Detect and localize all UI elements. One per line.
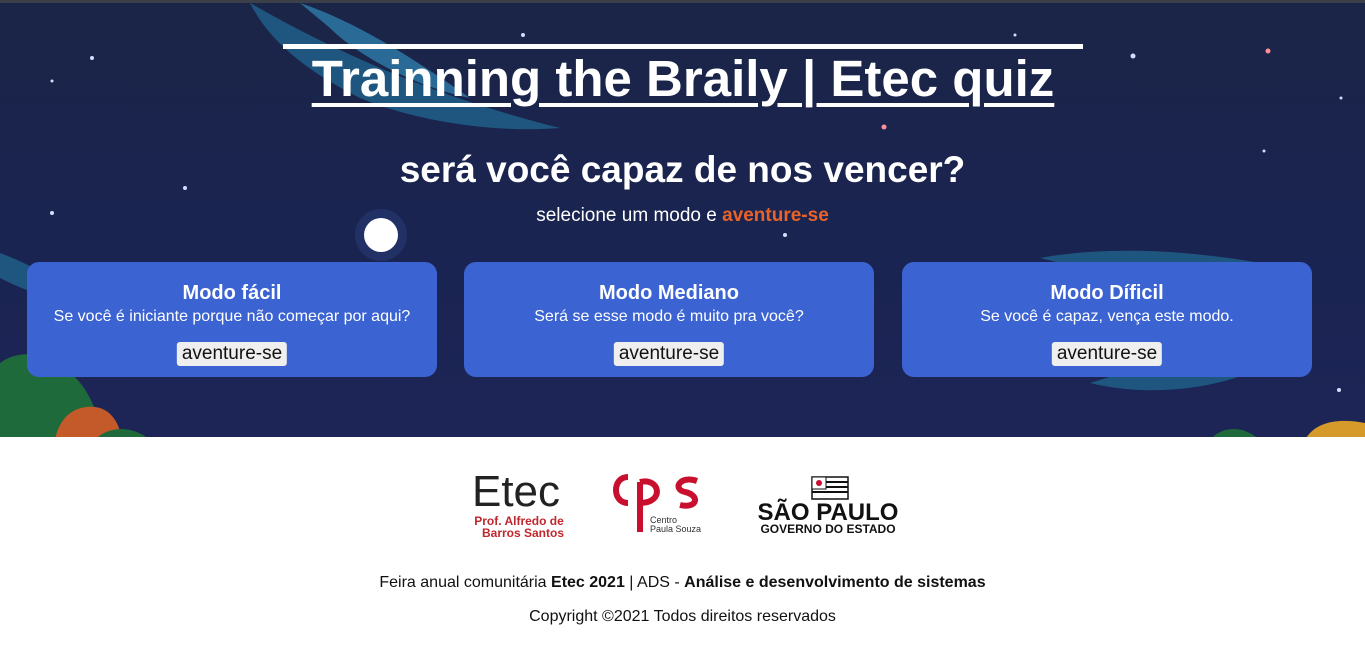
tagline-accent: aventure-se [722,205,829,226]
etec-logo-name: Etec [472,467,560,516]
etec-logo: Etec Prof. Alfredo de Barros Santos [472,467,564,540]
tagline: selecione um modo e aventure-se [0,204,1365,228]
mode-title: Modo fácil [182,282,282,304]
sao-paulo-logo-sub: GOVERNO DO ESTADO [760,522,895,536]
page-title: Trainning the Braily | Etec quiz [311,50,1055,107]
mode-description: Será se esse modo é muito pra você? [534,308,804,325]
medium-mode-button[interactable]: aventure-se [613,342,725,366]
fair-mid: | ADS - [624,574,685,591]
mode-title: Modo Mediano [599,282,739,304]
copyright: Copyright ©2021 Todos direitos reservado… [529,608,836,625]
mode-description: Se você é capaz, vença este modo. [980,308,1234,325]
fair-prefix: Feira anual comunitária [379,574,552,591]
hero-section: Trainning the Braily | Etec quiz será vo… [0,0,1365,437]
sao-paulo-logo: SÃO PAULO GOVERNO DO ESTADO [758,476,898,536]
title-block: Trainning the Braily | Etec quiz [283,44,1083,109]
cps-logo-line2: Paula Souza [650,524,701,534]
tagline-text: selecione um modo e [536,205,723,226]
fair-course: Análise e desenvolvimento de sistemas [684,574,986,591]
partner-logos: Etec Prof. Alfredo de Barros Santos Cent… [472,467,898,540]
footer: Etec Prof. Alfredo de Barros Santos Cent… [0,437,1365,655]
cps-logo: Centro Paula Souza [613,474,701,534]
mode-title: Modo Díficil [1050,282,1164,304]
fair-info: Feira anual comunitária Etec 2021 | ADS … [0,573,1365,593]
fair-event: Etec 2021 [551,574,625,591]
page-subtitle: será você capaz de nos vencer? [399,149,966,190]
mode-description: Se você é iniciante porque não começar p… [53,308,411,325]
mode-card-hard: Modo Díficil Se você é capaz, vença este… [902,262,1312,377]
easy-mode-button[interactable]: aventure-se [176,342,288,366]
etec-logo-line2: Barros Santos [482,526,564,540]
mode-card-easy: Modo fácil Se você é iniciante porque nã… [27,262,437,377]
mode-card-medium: Modo Mediano Será se esse modo é muito p… [464,262,874,377]
hard-mode-button[interactable]: aventure-se [1051,342,1163,366]
